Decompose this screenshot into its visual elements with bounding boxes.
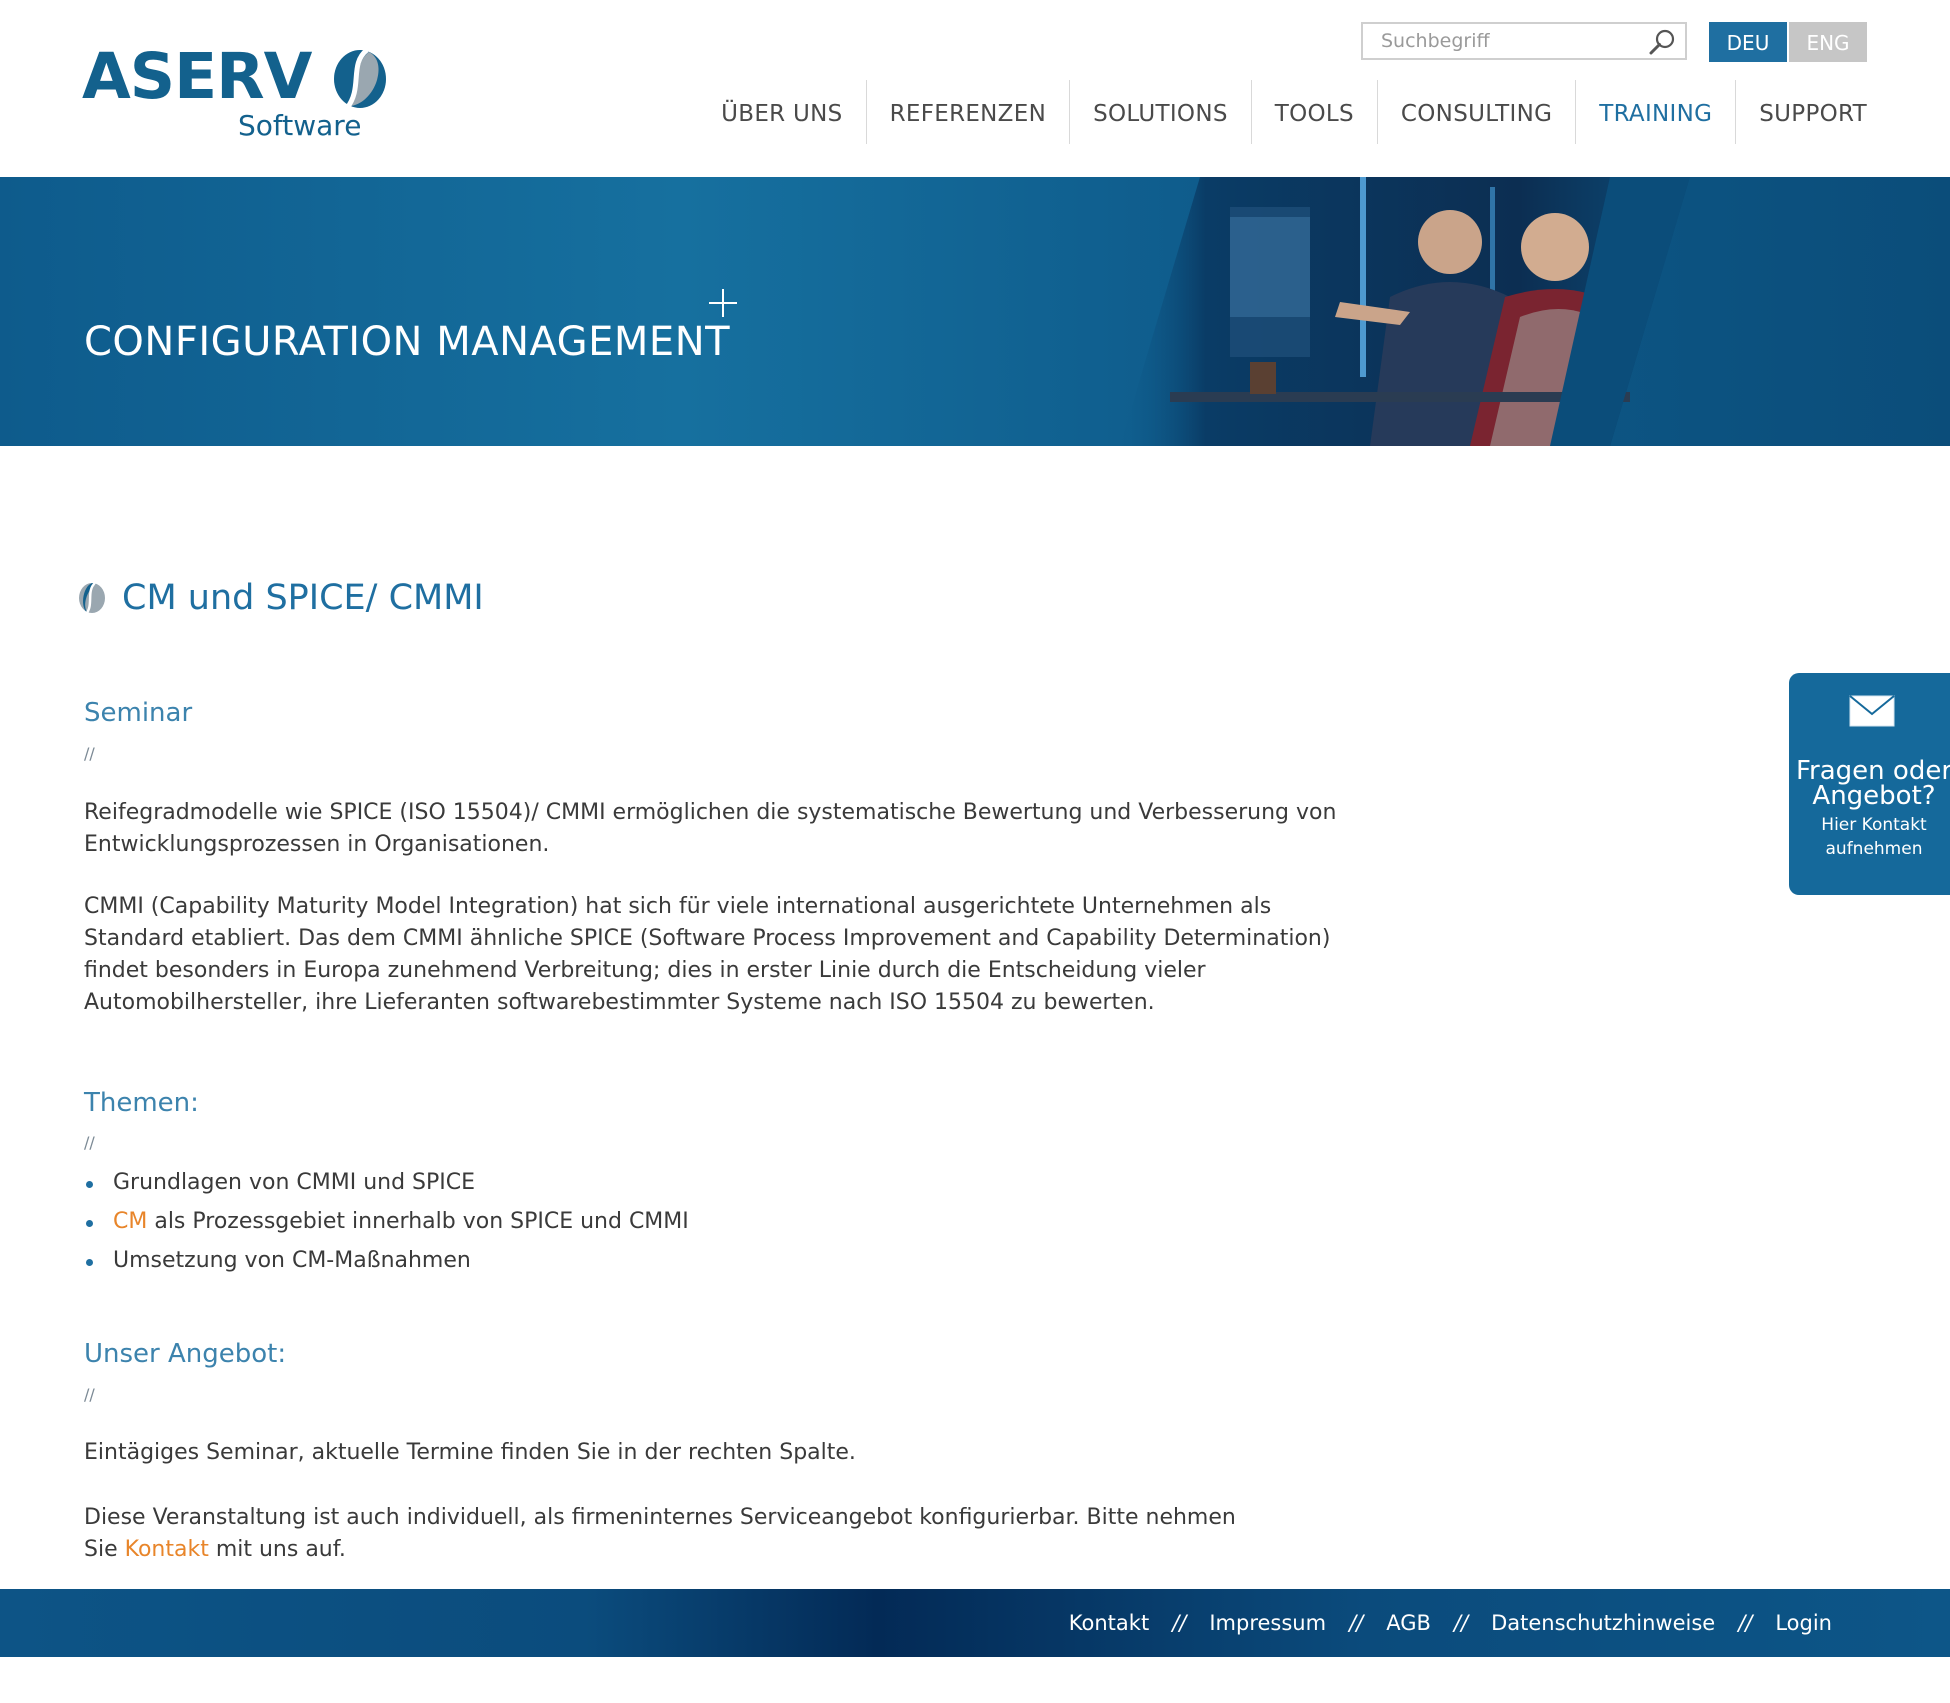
plus-icon (709, 289, 737, 317)
banner-title: CONFIGURATION MANAGEMENT (84, 319, 731, 365)
list-item-text: als Prozessgebiet innerhalb von SPICE un… (147, 1209, 689, 1234)
text-fragment: Sie (84, 1537, 125, 1562)
footer-separator: // (1349, 1611, 1364, 1635)
nav-item-solutions[interactable]: SOLUTIONS (1069, 80, 1251, 144)
contact-side-tab[interactable]: Fragen oder Angebot? Hier Kontakt aufneh… (1789, 673, 1950, 895)
site-header: ASERV Software DEU ENG ÜBER UNS REFERENZ… (0, 0, 1950, 177)
angebot-title: Unser Angebot: (84, 1339, 287, 1369)
text-line: findet besonders in Europa zunehmend Ver… (84, 958, 1206, 983)
kontakt-link[interactable]: Kontakt (125, 1537, 209, 1562)
nav-item-training[interactable]: TRAINING (1575, 80, 1735, 144)
list-item: CM als Prozessgebiet innerhalb von SPICE… (84, 1202, 689, 1241)
text-line: Entwicklungsprozessen in Organisationen. (84, 832, 550, 857)
nav-item-support[interactable]: SUPPORT (1735, 80, 1867, 144)
logo-mark-icon (334, 48, 386, 110)
seminar-paragraph-2: CMMI (Capability Maturity Model Integrat… (84, 891, 1331, 1019)
contact-tab-subtitle: Hier Kontakt aufnehmen (1789, 813, 1950, 861)
text-line: Automobilhersteller, ihre Lieferanten so… (84, 990, 1155, 1015)
logo-subtitle: Software (238, 109, 362, 142)
footer-separator: // (1738, 1611, 1753, 1635)
nav-item-referenzen[interactable]: REFERENZEN (865, 80, 1070, 144)
text-line: aufnehmen (1825, 839, 1923, 859)
language-eng-button[interactable]: ENG (1789, 22, 1867, 62)
nav-item-consulting[interactable]: CONSULTING (1376, 80, 1575, 144)
list-item: Umsetzung von CM-Maßnahmen (84, 1241, 689, 1280)
themen-list: Grundlagen von CMMI und SPICE CM als Pro… (84, 1163, 689, 1280)
list-item-text: Grundlagen von CMMI und SPICE (113, 1170, 476, 1195)
text-line: Angebot? (1812, 781, 1936, 811)
list-item-text: Umsetzung von CM-Maßnahmen (113, 1248, 471, 1273)
text-line: Diese Veranstaltung ist auch individuell… (84, 1505, 1236, 1530)
search-icon[interactable] (1647, 27, 1677, 57)
page-title: CM und SPICE/ CMMI (122, 578, 484, 618)
footer-link-login[interactable]: Login (1775, 1611, 1832, 1635)
seminar-title: Seminar (84, 698, 193, 728)
text-line: Eintägiges Seminar, aktuelle Termine fin… (84, 1440, 856, 1465)
logo-wordmark: ASERV (82, 40, 312, 113)
mail-icon (1849, 695, 1895, 727)
themen-divider: // (84, 1133, 95, 1152)
footer-links: Kontakt // Impressum // AGB // Datenschu… (1069, 1589, 1832, 1657)
aservo-logo[interactable]: ASERV Software (82, 40, 386, 144)
nav-item-ueber-uns[interactable]: ÜBER UNS (698, 80, 865, 144)
footer-separator: // (1172, 1611, 1187, 1635)
contact-tab-title: Fragen oder Angebot? (1789, 758, 1950, 811)
main-navigation: ÜBER UNS REFERENZEN SOLUTIONS TOOLS CONS… (698, 80, 1867, 144)
search-input[interactable] (1363, 24, 1651, 58)
text-line: Reifegradmodelle wie SPICE (ISO 15504)/ … (84, 800, 1337, 825)
footer-link-kontakt[interactable]: Kontakt (1069, 1611, 1149, 1635)
text-line: Hier Kontakt (1821, 815, 1927, 835)
list-item: Grundlagen von CMMI und SPICE (84, 1163, 689, 1202)
angebot-paragraph-2: Diese Veranstaltung ist auch individuell… (84, 1502, 1284, 1566)
language-deu-button[interactable]: DEU (1709, 22, 1787, 62)
footer-separator: // (1453, 1611, 1469, 1635)
hero-banner: CONFIGURATION MANAGEMENT (0, 177, 1950, 446)
banner-photo (1120, 177, 1690, 446)
themen-title: Themen: (84, 1088, 199, 1118)
angebot-divider: // (84, 1385, 95, 1404)
site-footer: Kontakt // Impressum // AGB // Datenschu… (0, 1589, 1950, 1657)
text-line: Standard etabliert. Das dem CMMI ähnlich… (84, 926, 1331, 951)
search-box (1361, 22, 1687, 60)
seminar-divider: // (84, 744, 95, 763)
text-line: CMMI (Capability Maturity Model Integrat… (84, 894, 1272, 919)
text-fragment: mit uns auf. (208, 1537, 346, 1562)
aservo-bean-icon (79, 582, 105, 615)
cm-link[interactable]: CM (113, 1209, 147, 1234)
footer-link-impressum[interactable]: Impressum (1209, 1611, 1326, 1635)
text-line: Sie Kontakt mit uns auf. (84, 1534, 1284, 1566)
nav-item-tools[interactable]: TOOLS (1250, 80, 1377, 144)
seminar-paragraph-1: Reifegradmodelle wie SPICE (ISO 15504)/ … (84, 797, 1337, 861)
footer-link-datenschutz[interactable]: Datenschutzhinweise (1491, 1611, 1715, 1635)
footer-link-agb[interactable]: AGB (1386, 1611, 1431, 1635)
angebot-paragraph-1: Eintägiges Seminar, aktuelle Termine fin… (84, 1437, 1284, 1469)
section-heading: CM und SPICE/ CMMI (76, 578, 484, 618)
